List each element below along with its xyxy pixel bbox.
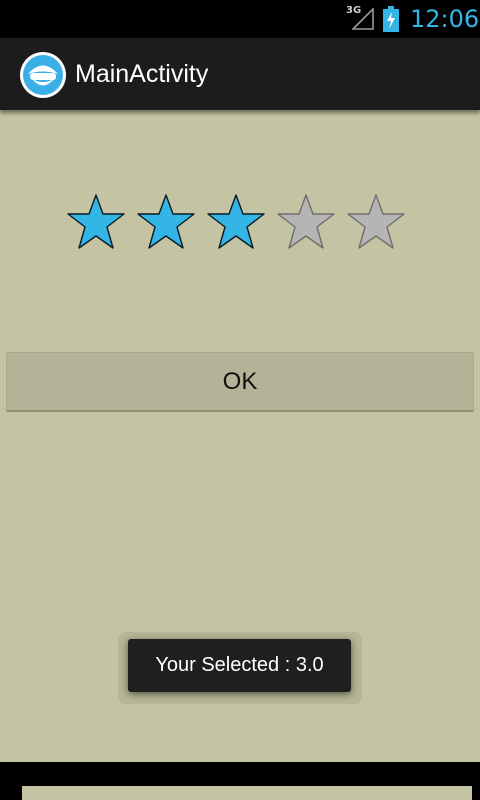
rating-star-4[interactable] bbox=[276, 192, 346, 252]
star-icon bbox=[67, 194, 125, 249]
action-bar: MainActivity bbox=[0, 38, 480, 110]
battery-charging-icon bbox=[383, 6, 399, 32]
star-icon bbox=[277, 194, 335, 249]
rating-star-5[interactable] bbox=[346, 192, 416, 252]
app-title: MainActivity bbox=[75, 60, 209, 88]
status-time: 12:06 bbox=[410, 5, 480, 33]
status-bar: 3G 12:06 bbox=[0, 0, 480, 38]
star-icon bbox=[207, 194, 265, 249]
star-icon bbox=[137, 194, 195, 249]
app-face-icon bbox=[20, 52, 66, 98]
signal-icon bbox=[352, 8, 374, 30]
rating-bar[interactable] bbox=[66, 192, 416, 252]
rating-star-2[interactable] bbox=[136, 192, 206, 252]
rating-star-3[interactable] bbox=[206, 192, 276, 252]
main-content: OK Your Selected : 3.0 bbox=[0, 110, 480, 762]
star-icon bbox=[347, 194, 405, 249]
navigation-bar-strip bbox=[22, 786, 472, 800]
rating-star-1[interactable] bbox=[66, 192, 136, 252]
ok-button[interactable]: OK bbox=[6, 352, 474, 412]
toast-message: Your Selected : 3.0 bbox=[128, 639, 351, 692]
